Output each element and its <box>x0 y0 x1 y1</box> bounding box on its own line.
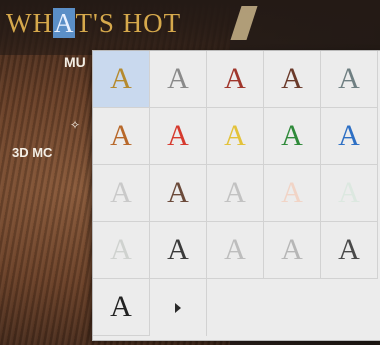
style-swatch[interactable]: A <box>93 108 150 165</box>
style-swatch[interactable]: A <box>150 108 207 165</box>
headline-part-1: WH <box>6 8 53 38</box>
more-styles-button[interactable] <box>150 279 207 336</box>
style-swatch[interactable]: A <box>264 165 321 222</box>
style-swatch[interactable]: A <box>207 51 264 108</box>
triangle-right-icon <box>175 302 181 313</box>
style-swatch[interactable]: A <box>321 108 378 165</box>
style-swatch[interactable]: A <box>93 222 150 279</box>
style-swatch[interactable]: A <box>264 51 321 108</box>
style-palette-popup: AAAAAAAAAAAAAAAAAAAAA <box>92 50 380 341</box>
style-swatch[interactable]: A <box>207 108 264 165</box>
style-swatch[interactable]: A <box>207 222 264 279</box>
style-swatch[interactable]: A <box>321 222 378 279</box>
headline-text[interactable]: WHAT'S HOT <box>6 8 181 39</box>
style-swatch[interactable]: A <box>264 108 321 165</box>
style-swatch[interactable]: A <box>207 165 264 222</box>
style-swatch[interactable]: A <box>321 165 378 222</box>
style-swatch[interactable]: A <box>93 165 150 222</box>
palette-empty-area <box>207 279 380 340</box>
side-text-line-1: MU <box>64 54 86 70</box>
headline-part-2: T'S HOT <box>75 8 182 38</box>
style-swatch[interactable]: A <box>93 51 150 108</box>
style-swatch[interactable]: A <box>93 279 150 336</box>
style-swatch[interactable]: A <box>150 222 207 279</box>
style-swatch[interactable]: A <box>321 51 378 108</box>
style-swatch[interactable]: A <box>150 51 207 108</box>
side-glyph: ✧ <box>70 118 81 132</box>
headline-selected-letter: A <box>52 8 76 38</box>
side-text-line-2: 3D MC <box>12 145 53 160</box>
style-swatch[interactable]: A <box>264 222 321 279</box>
style-swatch[interactable]: A <box>150 165 207 222</box>
